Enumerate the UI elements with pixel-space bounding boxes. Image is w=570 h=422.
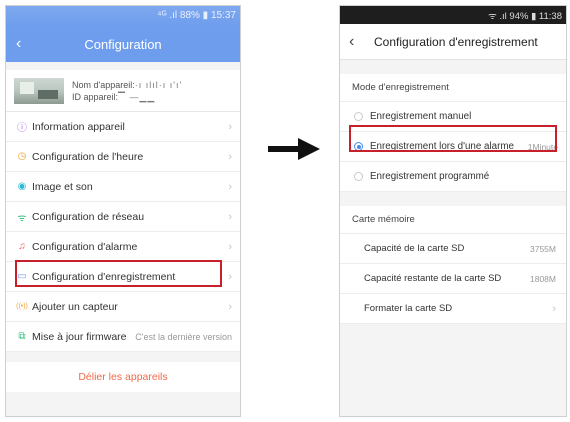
sensor-icon: ((•)): [16, 303, 28, 310]
radio-option-label: Enregistrement manuel: [370, 111, 472, 122]
chevron-right-icon: ›: [228, 120, 232, 133]
device-card[interactable]: Nom d'appareil:·ı ılıl·ı ı'ı' ID apparei…: [6, 70, 240, 112]
radio-option-value[interactable]: 1Minute: [528, 142, 558, 152]
menu-item-alarm-config[interactable]: ♫ Configuration d'alarme ›: [6, 232, 240, 262]
section-title-recording-mode: Mode d'enregistrement: [340, 74, 566, 102]
menu-item-label: Configuration d'alarme: [32, 240, 138, 253]
menu-item-label: Image et son: [32, 180, 93, 193]
camera-lens-icon: ◉: [17, 181, 27, 192]
chevron-right-icon: ›: [228, 210, 232, 223]
info-icon: ⓘ: [17, 123, 27, 134]
chevron-right-icon: ›: [228, 270, 232, 283]
device-thumbnail: [14, 77, 64, 104]
menu-item-network-config[interactable]: ᯤ Configuration de réseau ›: [6, 202, 240, 232]
radio-option-label: Enregistrement programmé: [370, 171, 490, 182]
phone-screen-recording-config: ᯤ .ıl 94% ▮ 11:38 ‹ Configuration d'enre…: [339, 5, 567, 417]
menu-item-label: Mise à jour firmware: [32, 330, 127, 343]
radio-button-selected[interactable]: [354, 142, 363, 151]
radio-option-label: Enregistrement lors d'une alarme: [370, 141, 514, 152]
clock-icon: ◷: [17, 151, 27, 162]
menu-item-label: Ajouter un capteur: [32, 300, 118, 313]
radio-button[interactable]: [354, 112, 363, 121]
right-arrow-icon: [268, 138, 320, 160]
menu-item-add-sensor[interactable]: ((•)) Ajouter un capteur ›: [6, 292, 240, 322]
firmware-status: C'est la dernière version: [135, 331, 232, 342]
page-title: Configuration d'enregistrement: [374, 34, 538, 49]
menu-item-time-config[interactable]: ◷ Configuration de l'heure ›: [6, 142, 240, 172]
sd-card-capacity-row: Capacité de la carte SD 3755M: [340, 234, 566, 264]
menu-item-label: Configuration de réseau: [32, 210, 145, 223]
sd-card-capacity-label: Capacité de la carte SD: [364, 243, 465, 254]
unbind-devices-button[interactable]: Délier les appareils: [6, 362, 240, 392]
back-chevron-icon[interactable]: ‹: [349, 33, 354, 50]
alarm-bell-icon: ♫: [18, 241, 26, 252]
device-name-label: Nom d'appareil:: [72, 79, 135, 90]
sd-card-remaining-label: Capacité restante de la carte SD: [364, 273, 502, 284]
menu-item-device-info[interactable]: ⓘ Information appareil ›: [6, 112, 240, 142]
wifi-icon: ᯤ: [17, 212, 27, 224]
back-chevron-icon[interactable]: ‹: [16, 36, 21, 52]
menu-item-label: Information appareil: [32, 120, 125, 133]
sd-card-capacity-value: 3755M: [530, 243, 556, 254]
device-id-value: ▔ —▁▁: [118, 91, 156, 102]
sd-card-remaining-value: 1808M: [530, 273, 556, 284]
radio-button[interactable]: [354, 172, 363, 181]
radio-option-alarm-recording[interactable]: Enregistrement lors d'une alarme 1Minute: [340, 132, 566, 162]
chevron-right-icon: ›: [228, 180, 232, 193]
menu-item-firmware-update[interactable]: ⧉ Mise à jour firmware C'est la dernière…: [6, 322, 240, 352]
section-title-memory-card: Carte mémoire: [340, 206, 566, 234]
chevron-right-icon: ›: [228, 300, 232, 313]
device-name-value: ·ı ılıl·ı ı'ı': [134, 79, 183, 90]
status-bar: ⁴ᴳ .ıl 88% ▮ 15:37: [6, 6, 240, 26]
device-info: Nom d'appareil:·ı ılıl·ı ı'ı' ID apparei…: [72, 79, 182, 103]
format-sd-card-label: Formater la carte SD: [364, 303, 453, 314]
sd-card-remaining-row: Capacité restante de la carte SD 1808M: [340, 264, 566, 294]
phone-screen-configuration: ⁴ᴳ .ıl 88% ▮ 15:37 ‹ Configuration Nom d…: [5, 5, 241, 417]
menu-item-label: Configuration de l'heure: [32, 150, 144, 163]
page-title: Configuration: [84, 36, 162, 52]
header-bar: ‹ Configuration d'enregistrement: [340, 24, 566, 60]
firmware-icon: ⧉: [18, 331, 26, 342]
header-bar: ‹ Configuration: [6, 26, 240, 62]
radio-option-manual-recording[interactable]: Enregistrement manuel: [340, 102, 566, 132]
chevron-right-icon: ›: [228, 150, 232, 163]
menu-item-recording-config[interactable]: ▭ Configuration d'enregistrement ›: [6, 262, 240, 292]
chevron-right-icon: ›: [228, 240, 232, 253]
menu-item-label: Configuration d'enregistrement: [32, 270, 176, 283]
menu-item-image-sound[interactable]: ◉ Image et son ›: [6, 172, 240, 202]
status-bar: ᯤ .ıl 94% ▮ 11:38: [340, 6, 566, 24]
radio-option-scheduled-recording[interactable]: Enregistrement programmé: [340, 162, 566, 192]
format-sd-card-row[interactable]: Formater la carte SD ›: [340, 294, 566, 324]
device-id-label: ID appareil:: [72, 91, 119, 102]
video-record-icon: ▭: [17, 271, 27, 282]
chevron-right-icon: ›: [552, 302, 556, 315]
